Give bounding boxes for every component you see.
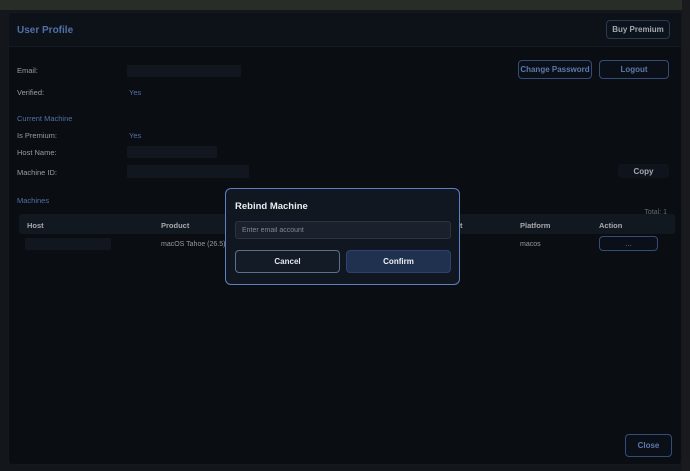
cancel-button[interactable]: Cancel xyxy=(235,250,340,273)
confirm-button[interactable]: Confirm xyxy=(346,250,451,273)
email-account-input[interactable] xyxy=(235,221,451,239)
modal-title: Rebind Machine xyxy=(235,201,308,212)
rebind-machine-modal: Rebind Machine Cancel Confirm xyxy=(225,188,460,285)
